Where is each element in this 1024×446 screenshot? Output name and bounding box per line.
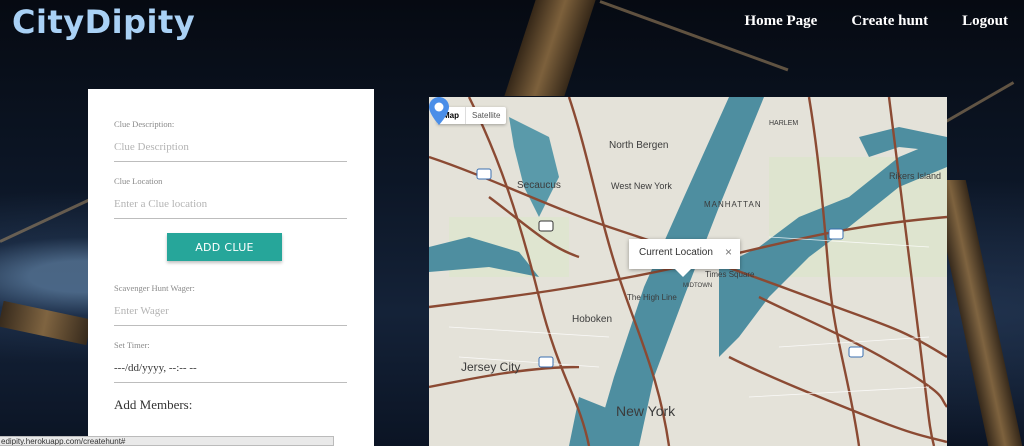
map-label: Times Square (705, 270, 755, 279)
close-icon[interactable]: × (725, 245, 732, 259)
map-label: New York (616, 403, 676, 419)
nav-logout-link[interactable]: Logout (962, 13, 1008, 30)
nav-create-hunt-link[interactable]: Create hunt (851, 13, 928, 30)
infowindow-text: Current Location (639, 247, 713, 258)
map-label: Rikers Island (889, 171, 942, 181)
clue-description-input[interactable] (114, 129, 347, 162)
location-pin-icon[interactable] (429, 97, 449, 125)
add-members-label: Add Members: (114, 397, 193, 412)
map-label: MANHATTAN (704, 200, 762, 209)
timer-datetime-input[interactable]: ---/dd/yyyy, --:-- -- (114, 350, 347, 383)
app-logo[interactable]: CityDipity (12, 3, 195, 41)
clue-description-label: Clue Description: (114, 119, 175, 129)
map-label: North Bergen (609, 140, 669, 151)
map-label: West New York (611, 181, 672, 191)
wager-input[interactable] (114, 293, 347, 326)
clue-location-label: Clue Location (114, 176, 163, 186)
map-label: Secaucus (517, 180, 561, 191)
map-label: Hoboken (572, 314, 613, 325)
current-location-infowindow: Current Location × (629, 239, 740, 277)
map-view[interactable]: Map Satellite North Bergen Secaucus West… (429, 97, 947, 446)
browser-status-bar: edipity.herokuapp.com/createhunt# (0, 436, 334, 446)
map-label: MIDTOWN (683, 283, 713, 289)
map-label: Jersey City (461, 360, 521, 374)
clue-location-input[interactable] (114, 186, 347, 219)
clue-location-group: Clue Location (114, 176, 348, 219)
map-label: The High Line (627, 293, 677, 302)
top-nav: Home Page Create hunt Logout (744, 13, 1008, 30)
wager-group: Scavenger Hunt Wager: (114, 283, 348, 326)
add-clue-button[interactable]: ADD CLUE (167, 233, 282, 261)
clue-description-group: Clue Description: (114, 119, 348, 162)
nav-home-link[interactable]: Home Page (744, 13, 817, 30)
map-label: HARLEM (769, 120, 799, 127)
timer-group: Set Timer: ---/dd/yyyy, --:-- -- (114, 340, 348, 383)
create-hunt-form: Clue Description: Clue Location ADD CLUE… (88, 89, 374, 446)
map-type-satellite-button[interactable]: Satellite (465, 107, 506, 124)
wager-label: Scavenger Hunt Wager: (114, 283, 195, 293)
timer-label: Set Timer: (114, 340, 150, 350)
